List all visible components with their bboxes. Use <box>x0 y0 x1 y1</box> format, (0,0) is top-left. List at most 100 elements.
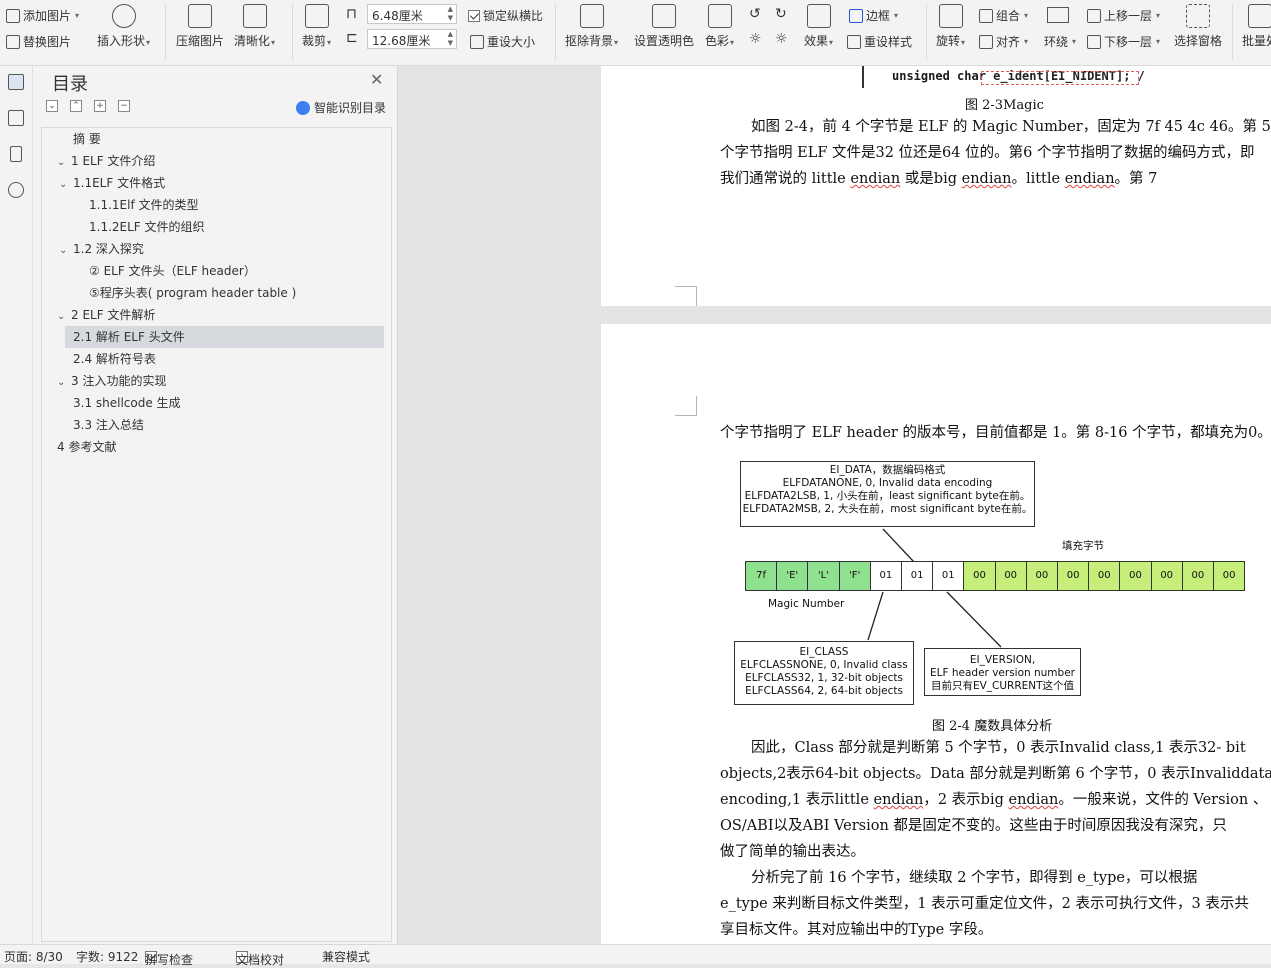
byte-cells: 7f 'E' 'L' 'F' 01 01 01 00 00 00 00 00 00 00 00 00 <box>745 561 1246 591</box>
height-value: 12.68厘米 <box>372 34 431 48</box>
compress-image-button[interactable]: 压缩图片 <box>176 4 224 49</box>
rotate-label: 旋转 <box>936 34 961 48</box>
toc-item[interactable]: ⌄ 2 ELF 文件解析 <box>46 304 155 326</box>
toc-item-label: 1.1.1Elf 文件的类型 <box>89 198 199 212</box>
color-button[interactable]: 色彩▾ <box>705 4 734 49</box>
page-count[interactable]: 页面: 8/30 <box>4 948 63 965</box>
color-icon <box>707 4 732 28</box>
align-button[interactable]: 对齐 ▾ <box>979 33 1028 50</box>
close-icon[interactable]: ✕ <box>370 70 383 89</box>
toc-panel-icon[interactable] <box>8 74 24 90</box>
smart-toc-button[interactable]: 智能识别目录 <box>296 99 386 116</box>
figure-caption-2-4: 图 2-4 魔数具体分析 <box>932 719 1053 734</box>
ei-data-box: EI_DATA，数据编码格式 ELFDATANONE, 0, Invalid da… <box>740 461 1035 527</box>
width-input[interactable]: 6.48厘米 ▲ ▼ <box>367 4 457 24</box>
crop-button[interactable]: 裁剪▾ <box>302 4 331 49</box>
send-backward-button[interactable]: 下移一层 ▾ <box>1087 33 1160 50</box>
toc-item[interactable]: ⌄ 1 ELF 文件介绍 <box>46 150 155 172</box>
batch-button[interactable]: 批量处 <box>1242 4 1271 49</box>
border-button[interactable]: 边框 ▾ <box>849 7 898 24</box>
smart-icon <box>296 100 310 115</box>
ei-class-box: EI_CLASS ELFCLASSNONE, 0, Invalid class EL… <box>734 641 914 705</box>
search-icon[interactable] <box>8 182 24 198</box>
chevron-down-icon[interactable]: ⌄ <box>57 372 71 394</box>
selection-pane-button[interactable]: 选择窗格 <box>1174 4 1222 49</box>
paragraph-line: 分析完了前 16 个字节，继续取 2 个字节，即得到 e_type，可以根据 <box>751 870 1198 886</box>
bring-forward-button[interactable]: 上移一层 ▾ <box>1087 7 1160 24</box>
lock-ratio-checkbox[interactable]: 锁定纵横比 <box>468 7 543 24</box>
collapse-all-icon[interactable]: ⌄ <box>46 100 58 112</box>
rotate-right-icon[interactable]: ↻ <box>775 6 787 22</box>
rotate-left-icon[interactable]: ↺ <box>749 6 761 22</box>
toc-item[interactable]: 2.4 解析符号表 <box>46 348 156 370</box>
toc-item[interactable]: ⌄ 3 注入功能的实现 <box>46 370 166 392</box>
toc-item[interactable]: ⑤程序头表( program header table ) <box>46 282 296 304</box>
toc-item-label: ② ELF 文件头（ELF header） <box>89 264 256 278</box>
byte-cell: 'L' <box>807 561 840 591</box>
lock-ratio-label: 锁定纵横比 <box>483 9 544 23</box>
toc-item[interactable]: 2.1 解析 ELF 头文件 <box>65 326 384 348</box>
toc-item-label: 2.4 解析符号表 <box>73 352 156 366</box>
toc-item[interactable]: 3.3 注入总结 <box>46 414 144 436</box>
height-input[interactable]: 12.68厘米 ▲ ▼ <box>367 29 457 49</box>
chevron-down-icon[interactable]: ⌄ <box>57 152 71 174</box>
group-button[interactable]: 组合 ▾ <box>979 7 1028 24</box>
height-icon: ⊏ <box>346 30 358 46</box>
paragraph-line: OS/ABI以及ABI Version 都是固定不变的。这些由于时间原因我没有深… <box>720 818 1227 834</box>
effects-button[interactable]: 效果▾ <box>804 4 833 49</box>
insert-shape-label: 插入形状 <box>97 34 146 48</box>
selection-pane-label: 选择窗格 <box>1174 34 1223 48</box>
chevron-down-icon[interactable]: ⌄ <box>57 306 71 328</box>
batch-label: 批量处 <box>1242 34 1271 48</box>
wrap-button[interactable]: 环绕 ▾ <box>1044 33 1076 50</box>
reset-size-icon <box>470 34 484 49</box>
bookmark-icon[interactable] <box>10 146 22 162</box>
remove-bg-button[interactable]: 抠除背景▾ <box>565 4 618 49</box>
remove-bg-icon <box>579 4 604 28</box>
toc-item[interactable]: ⌄ 1.1ELF 文件格式 <box>46 172 165 194</box>
replace-image-icon <box>6 34 20 49</box>
toc-title: 目录 <box>52 74 88 95</box>
toc-item-label: 4 参考文献 <box>57 440 117 454</box>
send-backward-icon <box>1087 34 1101 49</box>
sharpen-label: 清晰化 <box>234 34 271 48</box>
group-icon <box>979 8 993 23</box>
byte-cell: 00 <box>1213 561 1246 591</box>
toc-item-label: 1.1ELF 文件格式 <box>73 176 166 190</box>
toc-item-label: 3.3 注入总结 <box>73 418 144 432</box>
toc-item[interactable]: 4 参考文献 <box>46 436 116 458</box>
word-count[interactable]: 字数: 9122 <box>76 948 138 965</box>
toc-item[interactable]: 1.1.2ELF 文件的组织 <box>46 216 205 238</box>
byte-cell: 00 <box>1119 561 1152 591</box>
brightness-icon[interactable]: ☼ <box>749 31 762 47</box>
reset-size-button[interactable]: 重设大小 <box>470 33 535 50</box>
effects-label: 效果 <box>804 34 829 48</box>
expand-up-icon[interactable]: ⌃ <box>70 100 82 112</box>
toc-item[interactable]: 3.1 shellcode 生成 <box>46 392 181 414</box>
document-area: unsigned char e_ident[EI_NIDENT]; / 图 2-… <box>398 66 1271 944</box>
add-level-icon[interactable]: + <box>94 100 106 112</box>
add-image-button[interactable]: 添加图片 ▾ <box>6 7 79 24</box>
byte-cell: 00 <box>1181 561 1214 591</box>
insert-shape-button[interactable]: 插入形状▾ <box>97 4 150 49</box>
toc-item[interactable]: 1.1.1Elf 文件的类型 <box>46 194 199 216</box>
toc-list: 摘 要 ⌄ 1 ELF 文件介绍 ⌄ 1.1ELF 文件格式 1.1.1Elf 文件的类型… <box>41 127 392 942</box>
contrast-icon[interactable]: ☼ <box>775 31 788 47</box>
chevron-down-icon[interactable]: ⌄ <box>59 240 73 262</box>
toc-item-label: 1.2 深入探究 <box>73 242 144 256</box>
toc-item[interactable]: ② ELF 文件头（ELF header） <box>46 260 256 282</box>
bring-forward-icon <box>1087 8 1101 23</box>
rotate-button[interactable]: 旋转▾ <box>936 4 965 49</box>
navigation-icon[interactable] <box>8 110 24 126</box>
reset-style-button[interactable]: 重设样式 <box>847 33 912 50</box>
chevron-down-icon[interactable]: ⌄ <box>59 174 73 196</box>
width-value: 6.48厘米 <box>372 9 423 23</box>
sharpen-button[interactable]: 清晰化▾ <box>234 4 275 49</box>
replace-image-button[interactable]: 替换图片 <box>6 33 71 50</box>
toc-item[interactable]: 摘 要 <box>46 128 101 150</box>
set-transparent-button[interactable]: 设置透明色 <box>634 4 694 49</box>
toc-item[interactable]: ⌄ 1.2 深入探究 <box>46 238 144 260</box>
wrap-icon <box>1047 7 1069 23</box>
remove-level-icon[interactable]: − <box>118 100 130 112</box>
align-icon <box>979 34 993 49</box>
